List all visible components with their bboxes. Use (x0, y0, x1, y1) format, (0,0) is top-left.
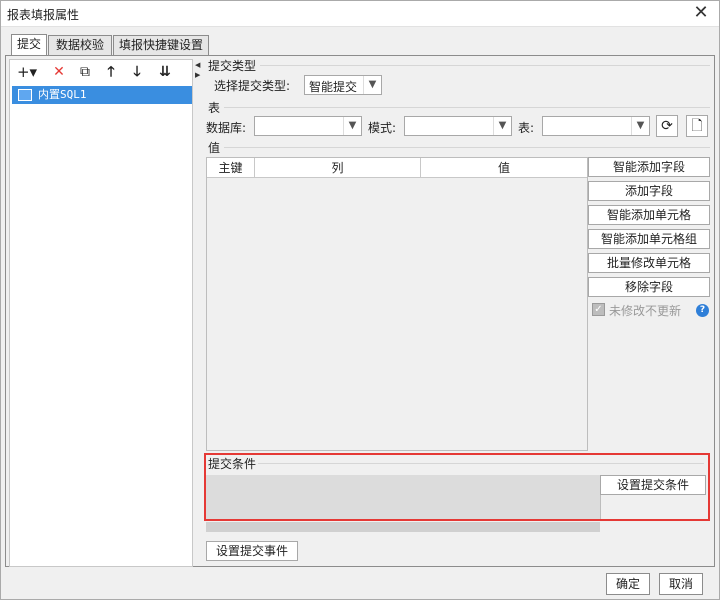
smart-add-field-button[interactable]: 智能添加字段 (588, 157, 710, 177)
table-select[interactable]: ▼ (542, 116, 650, 136)
table-section-title: 表 (208, 101, 221, 115)
submit-type-value: 智能提交 (309, 80, 358, 94)
column-header-column[interactable]: 列 (255, 158, 421, 178)
refresh-icon[interactable]: ⟳ (656, 115, 678, 137)
section-divider (260, 65, 710, 66)
submit-type-select[interactable]: 智能提交 ▼ (304, 75, 382, 95)
submit-condition-section: 提交条件 设置提交条件 (204, 453, 710, 521)
submit-list-pane: +▾ ✕ ⧉ 🡑 🡓 ⇊ 内置SQL1 (9, 59, 193, 567)
move-up-icon[interactable]: 🡑 (102, 63, 120, 81)
condition-list[interactable] (206, 475, 600, 519)
no-update-checkbox[interactable]: ✓ (592, 303, 605, 316)
set-submit-condition-button[interactable]: 设置提交条件 (600, 475, 706, 495)
preview-icon[interactable]: 🗋 (686, 115, 708, 137)
sort-icon[interactable]: ⇊ (154, 63, 176, 81)
ok-button[interactable]: 确定 (606, 573, 650, 595)
section-divider (224, 147, 710, 148)
chevron-down-icon: ▼ (493, 117, 511, 135)
help-icon[interactable]: ? (696, 304, 709, 317)
tab-shortcut-settings[interactable]: 填报快捷键设置 (113, 35, 209, 55)
submit-type-label: 选择提交类型: (214, 79, 291, 93)
copy-icon[interactable]: ⧉ (76, 63, 94, 81)
submit-type-section-title: 提交类型 (208, 59, 257, 73)
tab-submit[interactable]: 提交 (11, 34, 47, 56)
schema-select[interactable]: ▼ (404, 116, 512, 136)
list-toolbar: +▾ ✕ ⧉ 🡑 🡓 ⇊ (10, 60, 192, 84)
column-header-value[interactable]: 值 (421, 158, 587, 178)
remove-field-button[interactable]: 移除字段 (588, 277, 710, 297)
section-divider (258, 463, 704, 464)
tab-data-validation[interactable]: 数据校验 (48, 35, 112, 55)
submit-settings-pane: 提交类型 选择提交类型: 智能提交 ▼ 表 数据库: ▼ 模式: ▼ 表: ▼ (200, 56, 712, 566)
values-section-title: 值 (208, 141, 221, 155)
tab-panel: +▾ ✕ ⧉ 🡑 🡓 ⇊ 内置SQL1 ◀ ▶ 提交类型 选择提交类型: 智能提… (5, 55, 715, 567)
table-icon (18, 89, 32, 101)
chevron-down-icon: ▼ (363, 76, 381, 94)
column-header-primary-key[interactable]: 主键 (207, 158, 255, 178)
list-item[interactable]: 内置SQL1 (12, 86, 192, 104)
title-bar: 报表填报属性 ✕ (1, 1, 719, 27)
set-submit-event-button[interactable]: 设置提交事件 (206, 541, 298, 561)
database-select[interactable]: ▼ (254, 116, 362, 136)
table-label: 表: (518, 121, 535, 135)
list-item-label: 内置SQL1 (38, 88, 87, 101)
window-title: 报表填报属性 (7, 8, 80, 22)
add-field-button[interactable]: 添加字段 (588, 181, 710, 201)
close-icon[interactable]: ✕ (691, 4, 711, 24)
section-divider (224, 107, 710, 108)
dialog-window: 报表填报属性 ✕ 提交 数据校验 填报快捷键设置 +▾ ✕ ⧉ 🡑 🡓 ⇊ 内置… (0, 0, 720, 600)
condition-section-title: 提交条件 (208, 457, 257, 471)
no-update-label: 未修改不更新 (609, 304, 682, 318)
smart-add-cell-button[interactable]: 智能添加单元格 (588, 205, 710, 225)
add-icon[interactable]: +▾ (14, 63, 40, 81)
smart-add-cell-group-button[interactable]: 智能添加单元格组 (588, 229, 710, 249)
database-label: 数据库: (206, 121, 247, 135)
condition-blank (600, 495, 706, 519)
schema-label: 模式: (368, 121, 397, 135)
horizontal-scrollbar[interactable] (206, 522, 600, 532)
cancel-button[interactable]: 取消 (659, 573, 703, 595)
batch-modify-cells-button[interactable]: 批量修改单元格 (588, 253, 710, 273)
field-table[interactable]: 主键 列 值 (206, 157, 588, 451)
chevron-down-icon: ▼ (631, 117, 649, 135)
table-header: 主键 列 值 (207, 158, 587, 178)
move-down-icon[interactable]: 🡓 (128, 63, 146, 81)
delete-icon[interactable]: ✕ (50, 63, 68, 81)
chevron-down-icon: ▼ (343, 117, 361, 135)
